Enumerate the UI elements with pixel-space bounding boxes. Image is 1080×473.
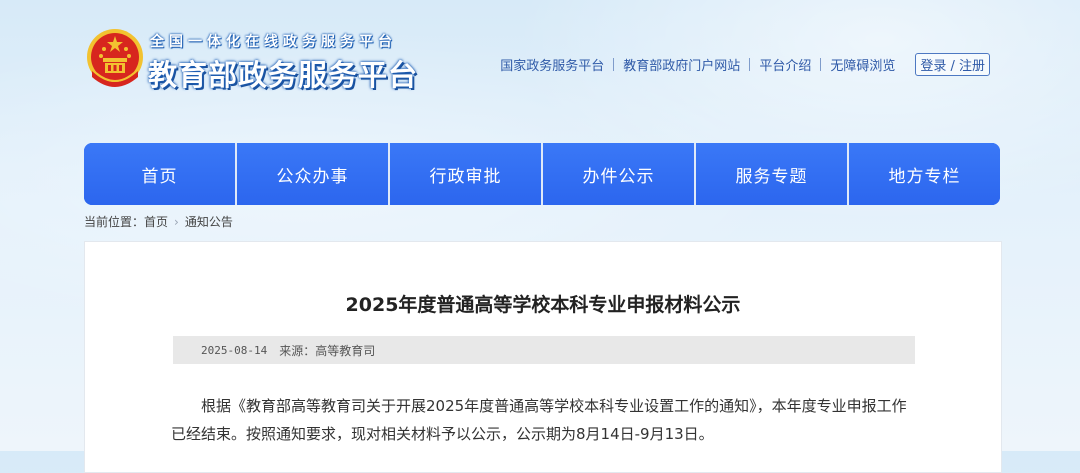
link-divider bbox=[749, 58, 751, 71]
breadcrumb-item-notices[interactable]: 通知公告 bbox=[185, 213, 233, 230]
nav-item-administrative-approval[interactable]: 行政审批 bbox=[390, 143, 543, 205]
article-meta: 2025-08-14 来源： 高等教育司 bbox=[173, 336, 915, 364]
breadcrumb-prefix: 当前位置： bbox=[84, 215, 145, 229]
link-divider bbox=[820, 58, 822, 71]
main-nav: 首页 公众办事 行政审批 办件公示 服务专题 地方专栏 bbox=[84, 143, 1000, 205]
nav-item-public-services[interactable]: 公众办事 bbox=[237, 143, 390, 205]
site-subtitle: 全国一体化在线政务服务平台 bbox=[150, 34, 397, 50]
article-card: 2025年度普通高等学校本科专业申报材料公示 2025-08-14 来源： 高等… bbox=[84, 241, 1002, 473]
link-platform-intro[interactable]: 平台介绍 bbox=[759, 55, 811, 74]
national-emblem-icon bbox=[87, 29, 143, 87]
breadcrumb: 当前位置： 首页 › 通知公告 bbox=[84, 213, 233, 230]
chevron-right-icon: › bbox=[174, 214, 179, 229]
nav-item-case-disclosure[interactable]: 办件公示 bbox=[543, 143, 696, 205]
link-moe-portal[interactable]: 教育部政府门户网站 bbox=[623, 55, 740, 74]
login-register-button[interactable]: 登录 / 注册 bbox=[915, 53, 990, 76]
link-national-platform[interactable]: 国家政务服务平台 bbox=[500, 55, 604, 74]
link-accessibility[interactable]: 无障碍浏览 bbox=[830, 55, 895, 74]
article-date: 2025-08-14 bbox=[201, 343, 268, 357]
nav-item-service-topics[interactable]: 服务专题 bbox=[696, 143, 849, 205]
nav-item-home[interactable]: 首页 bbox=[84, 143, 237, 205]
breadcrumb-item-home[interactable]: 首页 bbox=[144, 213, 168, 230]
link-divider bbox=[613, 58, 615, 71]
top-links: 国家政务服务平台 教育部政府门户网站 平台介绍 无障碍浏览 登录 / 注册 bbox=[500, 53, 990, 76]
article-source-label: 来源： bbox=[279, 343, 316, 358]
article-title: 2025年度普通高等学校本科专业申报材料公示 bbox=[345, 294, 741, 316]
nav-item-local-columns[interactable]: 地方专栏 bbox=[849, 143, 1000, 205]
site-title[interactable]: 教育部政务服务平台 bbox=[148, 52, 418, 94]
article-body: 根据《教育部高等教育司关于开展2025年度普通高等学校本科专业设置工作的通知》，… bbox=[171, 397, 907, 443]
article-source: 高等教育司 bbox=[315, 343, 376, 358]
